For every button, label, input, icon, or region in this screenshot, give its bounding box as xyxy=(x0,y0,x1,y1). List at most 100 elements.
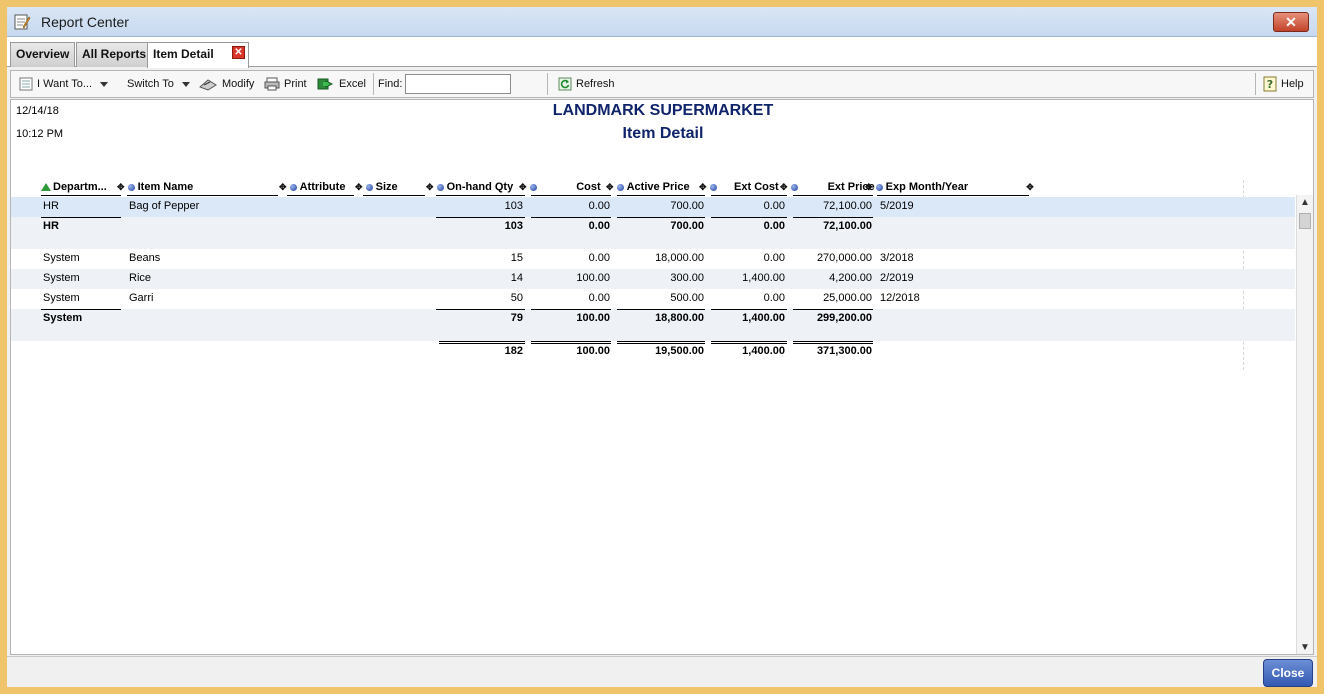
move-handle-icon[interactable]: ✥ xyxy=(117,182,125,193)
refresh-button[interactable]: Refresh xyxy=(558,71,615,97)
group-subtotal-row: System 79 100.00 18,800.00 1,400.00 299,… xyxy=(11,309,1295,341)
column-header-onhand-qty[interactable]: ✥ On-hand Qty xyxy=(426,181,513,195)
column-header-active-price[interactable]: ✥ Active Price xyxy=(606,181,690,195)
header-underline xyxy=(436,195,525,196)
refresh-label: Refresh xyxy=(576,78,615,90)
window-frame: Report Center ✕ Overview All Reports Ite… xyxy=(0,0,1324,694)
svg-text:?: ? xyxy=(1267,78,1273,91)
toolbar-separator xyxy=(547,73,548,95)
help-label: Help xyxy=(1281,78,1304,90)
modify-label: Modify xyxy=(222,78,255,90)
chevron-down-icon xyxy=(181,81,190,87)
scroll-thumb[interactable] xyxy=(1299,213,1311,229)
print-button[interactable]: Print xyxy=(264,71,307,97)
title-bar: Report Center ✕ xyxy=(7,7,1317,37)
table-row[interactable]: System Beans 15 0.00 18,000.00 0.00 270,… xyxy=(11,249,1295,269)
subtotal-line xyxy=(531,217,611,218)
tab-overview[interactable]: Overview xyxy=(10,42,76,67)
toolbar-separator xyxy=(373,73,374,95)
report-list-icon xyxy=(19,77,33,91)
table-row[interactable]: System Rice 14 100.00 300.00 1,400.00 4,… xyxy=(11,269,1295,289)
toolbar: I Want To... Switch To Modify Print Exce… xyxy=(10,70,1314,98)
excel-button[interactable]: Excel xyxy=(317,71,366,97)
modify-button[interactable]: Modify xyxy=(198,71,254,97)
header-underline xyxy=(617,195,705,196)
i-want-to-dropdown[interactable]: I Want To... xyxy=(19,71,109,97)
modify-icon xyxy=(199,79,217,91)
subtotal-line xyxy=(436,309,525,310)
tab-item-detail-label: Item Detail xyxy=(153,47,214,61)
vertical-scrollbar[interactable]: ▲ ▼ xyxy=(1296,195,1313,654)
sort-ascending-icon xyxy=(41,183,51,192)
header-underline xyxy=(793,195,873,196)
header-underline xyxy=(287,195,354,196)
column-header-item-name[interactable]: ✥ Item Name xyxy=(117,181,193,195)
subtotal-line xyxy=(41,217,121,218)
excel-label: Excel xyxy=(339,78,366,90)
find-input[interactable] xyxy=(405,74,511,94)
column-header-exp-month-year[interactable]: ✥ Exp Month/Year ✥ xyxy=(865,181,1034,195)
group-dot-icon xyxy=(875,183,883,191)
print-label: Print xyxy=(284,78,307,90)
header-underline xyxy=(531,195,611,196)
group-subtotal-row: HR 103 0.00 700.00 0.00 72,100.00 xyxy=(11,217,1295,249)
group-dot-icon xyxy=(289,183,297,191)
scroll-down-icon[interactable]: ▼ xyxy=(1297,640,1313,654)
group-dot-icon xyxy=(709,183,717,191)
window-title: Report Center xyxy=(41,14,129,30)
header-underline xyxy=(877,195,1029,196)
notepad-icon xyxy=(14,14,31,30)
move-handle-icon[interactable]: ✥ xyxy=(606,182,614,193)
excel-export-icon xyxy=(317,78,334,90)
group-dot-icon xyxy=(790,183,798,191)
subtotal-line xyxy=(793,309,873,310)
report-canvas: 12/14/18 10:12 PM LANDMARK SUPERMARKET I… xyxy=(10,99,1314,655)
group-dot-icon xyxy=(365,183,373,191)
help-button[interactable]: ? Help xyxy=(1263,71,1304,97)
group-dot-icon xyxy=(616,183,624,191)
table-row[interactable]: System Garri 50 0.00 500.00 0.00 25,000.… xyxy=(11,289,1295,309)
find-label: Find: xyxy=(378,78,403,90)
help-icon: ? xyxy=(1263,76,1277,92)
subtotal-line xyxy=(617,309,705,310)
move-handle-icon[interactable]: ✥ xyxy=(279,182,287,193)
subtotal-line xyxy=(793,217,873,218)
subtotal-line xyxy=(711,217,787,218)
printer-icon xyxy=(264,77,280,91)
table-row[interactable]: HR Bag of Pepper 103 0.00 700.00 0.00 72… xyxy=(11,197,1295,217)
group-dot-icon xyxy=(436,183,444,191)
group-dot-icon xyxy=(529,183,537,191)
column-header-size[interactable]: ✥ Size xyxy=(355,181,398,195)
move-handle-icon[interactable]: ✥ xyxy=(426,182,434,193)
move-handle-icon[interactable]: ✥ xyxy=(780,182,788,193)
subtotal-line xyxy=(711,309,787,310)
group-dot-icon xyxy=(127,183,135,191)
subtotal-line xyxy=(531,309,611,310)
column-header-department[interactable]: Departm... xyxy=(41,181,107,195)
close-button[interactable]: Close xyxy=(1263,659,1313,687)
column-header-ext-price[interactable]: ✥ Ext Price xyxy=(780,181,875,195)
move-handle-icon[interactable]: ✥ xyxy=(519,182,527,193)
tab-all-reports[interactable]: All Reports xyxy=(76,42,153,67)
tab-close-icon[interactable]: ✕ xyxy=(232,46,245,59)
header-underline xyxy=(711,195,787,196)
column-header-cost[interactable]: ✥ Cost xyxy=(519,181,601,195)
switch-to-label: Switch To xyxy=(127,78,174,90)
move-handle-icon[interactable]: ✥ xyxy=(699,182,707,193)
toolbar-separator xyxy=(1255,73,1256,95)
grand-total-row: 182 100.00 19,500.00 1,400.00 371,300.00 xyxy=(504,345,872,357)
header-underline xyxy=(363,195,425,196)
i-want-to-label: I Want To... xyxy=(37,78,93,90)
chevron-down-icon xyxy=(100,81,109,87)
client-area: Overview All Reports Item Detail ✕ I Wan… xyxy=(7,37,1317,687)
refresh-icon xyxy=(558,77,572,91)
scroll-up-icon[interactable]: ▲ xyxy=(1297,195,1313,211)
column-header-attribute[interactable]: ✥ Attribute xyxy=(279,181,345,195)
move-handle-icon[interactable]: ✥ xyxy=(355,182,363,193)
window-close-button[interactable]: ✕ xyxy=(1273,12,1309,32)
switch-to-dropdown[interactable]: Switch To xyxy=(127,71,190,97)
column-header-ext-cost[interactable]: ✥ Ext Cost xyxy=(699,181,779,195)
move-handle-icon[interactable]: ✥ xyxy=(1026,182,1034,193)
move-handle-icon[interactable]: ✥ xyxy=(865,182,873,193)
header-underline xyxy=(127,195,278,196)
